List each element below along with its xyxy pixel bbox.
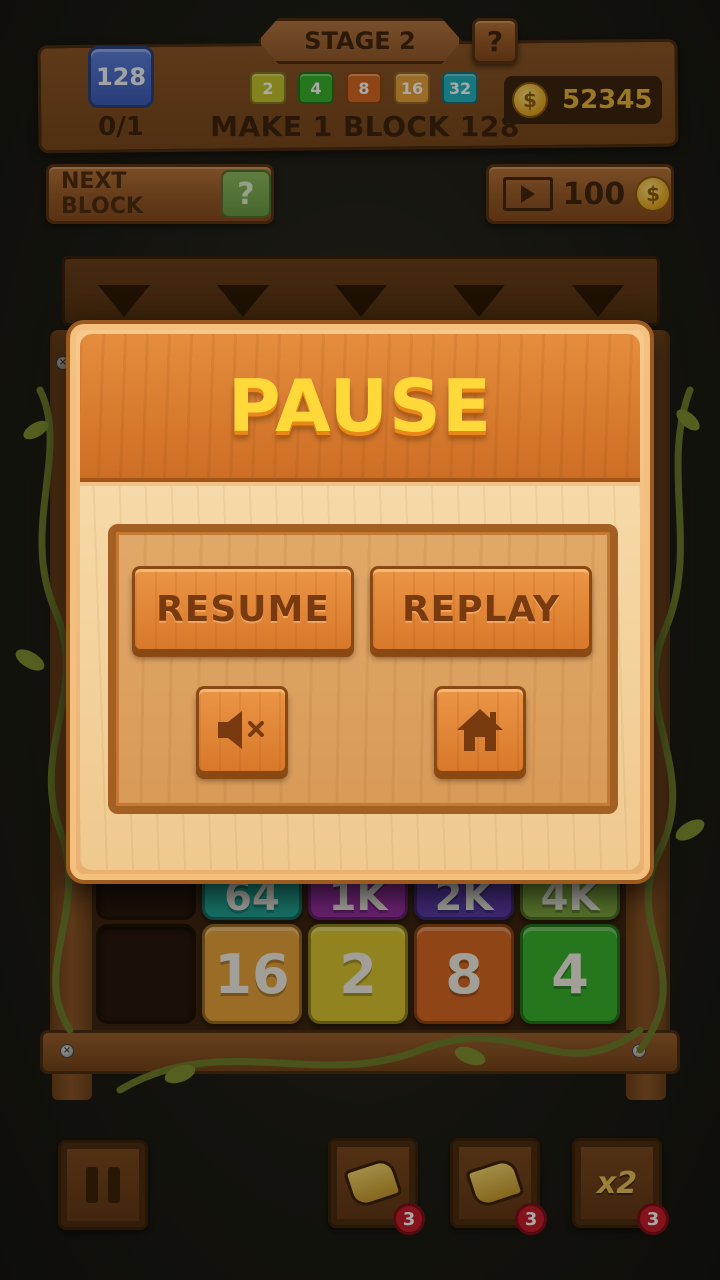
resume-label: RESUME — [156, 588, 330, 630]
replay-button[interactable]: REPLAY — [370, 566, 592, 652]
replay-label: REPLAY — [401, 588, 561, 630]
mute-icon — [218, 711, 264, 749]
pause-dialog: PAUSE RESUME REPLAY — [66, 320, 654, 884]
dialog-header: PAUSE — [80, 334, 640, 482]
dialog-title: PAUSE — [227, 364, 493, 448]
home-icon — [457, 709, 503, 751]
sound-toggle-button[interactable] — [196, 686, 288, 774]
resume-button[interactable]: RESUME — [132, 566, 354, 652]
home-button[interactable] — [434, 686, 526, 774]
